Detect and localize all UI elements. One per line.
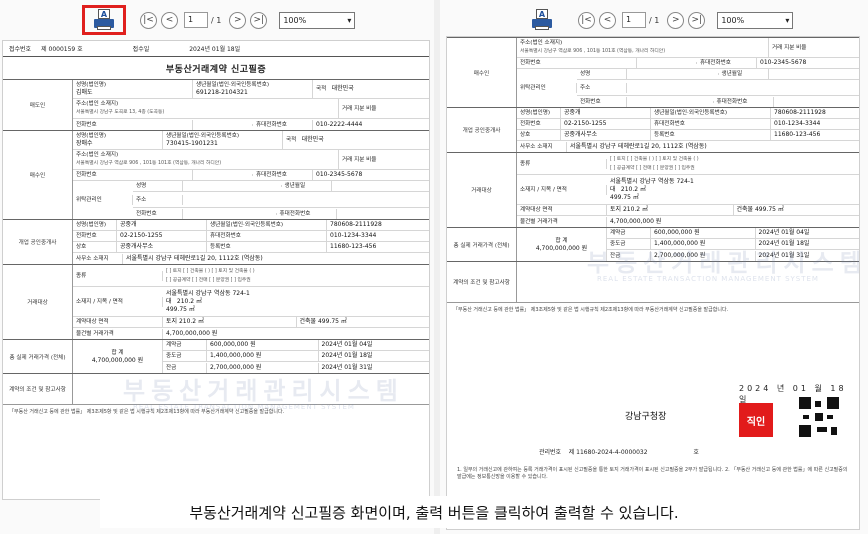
property-section: 거래대상 종류[ ] 토지 [ ] 건축물 ( ) [ ] 토지 및 건축물 (…	[3, 264, 429, 339]
document-page-scrolled: 매수인 주소(법인 소재지) 서울특별시 강남구 역삼로 906 , 101동 1…	[446, 36, 860, 530]
seller-section: 매도인 성명(법인명) 김매도 생년월일(법인·외국인등록번호) 691218-210…	[3, 79, 429, 130]
page-number-input[interactable]: 1	[622, 12, 646, 28]
agent-section: 개업 공인중개사 성명(법인명) 공중개 생년월일(법인·외국인등록번호) 78060…	[3, 219, 429, 264]
total-price-section: 총 실제 거래가격 (전체) 합 계 4,700,000,000 원 계약금 600…	[3, 339, 429, 373]
qr-code-icon	[799, 397, 839, 437]
prev-page-button[interactable]: <	[599, 11, 616, 29]
management-number: 관리번호 제 11680-2024-4-0000032 호	[539, 449, 699, 456]
property-section-right: 거래대상 종류[ ] 토지 [ ] 건축물 ( ) [ ] 토지 및 건축물 (…	[447, 152, 859, 227]
page-total: / 1	[211, 15, 222, 25]
chevron-down-icon: ▾	[347, 15, 352, 25]
issuer-name: 강남구청장	[625, 412, 667, 422]
print-button-right[interactable]: A	[520, 5, 564, 35]
document-page: 접수번호 제 0000159 호 접수일 2024년 01월 18일 부동산거래…	[2, 40, 430, 500]
right-viewer: A |< < 1 / 1 > >| 100% ▾ 매수인 주소(법인 소재지) 서울…	[440, 0, 868, 534]
viewer-toolbar: A |< < 1 / 1 > >| 100% ▾	[82, 5, 356, 35]
conditions-section-right: 계약의 조건 및 참고사항	[447, 261, 859, 302]
receipt-header: 접수번호 제 0000159 호 접수일 2024년 01월 18일	[3, 41, 429, 57]
conditions-section: 계약의 조건 및 참고사항	[3, 373, 429, 404]
next-page-button[interactable]: >	[229, 11, 247, 29]
first-page-button[interactable]: |<	[140, 11, 157, 29]
page-number-input[interactable]: 1	[184, 12, 208, 28]
agent-section-right: 개업 공인중개사 성명(법인명) 공중개 생년월일(법인·외국인등록번호) 78060…	[447, 107, 859, 152]
next-page-button[interactable]: >	[667, 11, 685, 29]
page-total: / 1	[649, 15, 660, 25]
first-page-button[interactable]: |<	[578, 11, 595, 29]
caption: 부동산거래계약 신고필증 화면이며, 출력 버튼을 클릭하여 출력할 수 있습니…	[100, 496, 768, 528]
prev-page-button[interactable]: <	[161, 11, 178, 29]
last-page-button[interactable]: >|	[250, 11, 268, 29]
buyer-section-continued: 매수인 주소(법인 소재지) 서울특별시 강남구 역삼로 906 , 101동 1…	[447, 37, 859, 107]
zoom-select[interactable]: 100% ▾	[279, 11, 356, 29]
zoom-select[interactable]: 100% ▾	[717, 11, 794, 29]
buyer-section: 매수인 성명(법인명) 장매수 생년월일(법인·외국인등록번호) 730415-190…	[3, 130, 429, 219]
total-price-section-right: 총 실제 거래가격 (전체) 합 계 4,700,000,000 원 계약금 600…	[447, 227, 859, 261]
page-title: 부동산거래계약 신고필증	[165, 65, 267, 75]
printer-icon: A	[531, 9, 553, 31]
footnote-right: 「부동산 거래신고 등에 관한 법률」 제3조제5항 및 같은 법 시행규칙 제…	[447, 302, 859, 316]
chevron-down-icon: ▾	[785, 15, 790, 25]
footnote: 「부동산 거래신고 등에 관한 법률」 제3조제5항 및 같은 법 시행규칙 제…	[3, 404, 429, 418]
notice-text: 1. 일부의 거래신고에 관하여는 등록 거래가격이 표시된 신고필증을 통한 …	[457, 467, 848, 480]
printer-icon: A	[93, 9, 115, 31]
last-page-button[interactable]: >|	[688, 11, 706, 29]
official-seal: 직인	[739, 403, 773, 437]
viewer-toolbar-right: A |< < 1 / 1 > >| 100% ▾	[520, 5, 794, 35]
left-viewer: A |< < 1 / 1 > >| 100% ▾ 접수번호 제 0000159 호…	[0, 0, 434, 534]
print-button[interactable]: A	[82, 5, 126, 35]
